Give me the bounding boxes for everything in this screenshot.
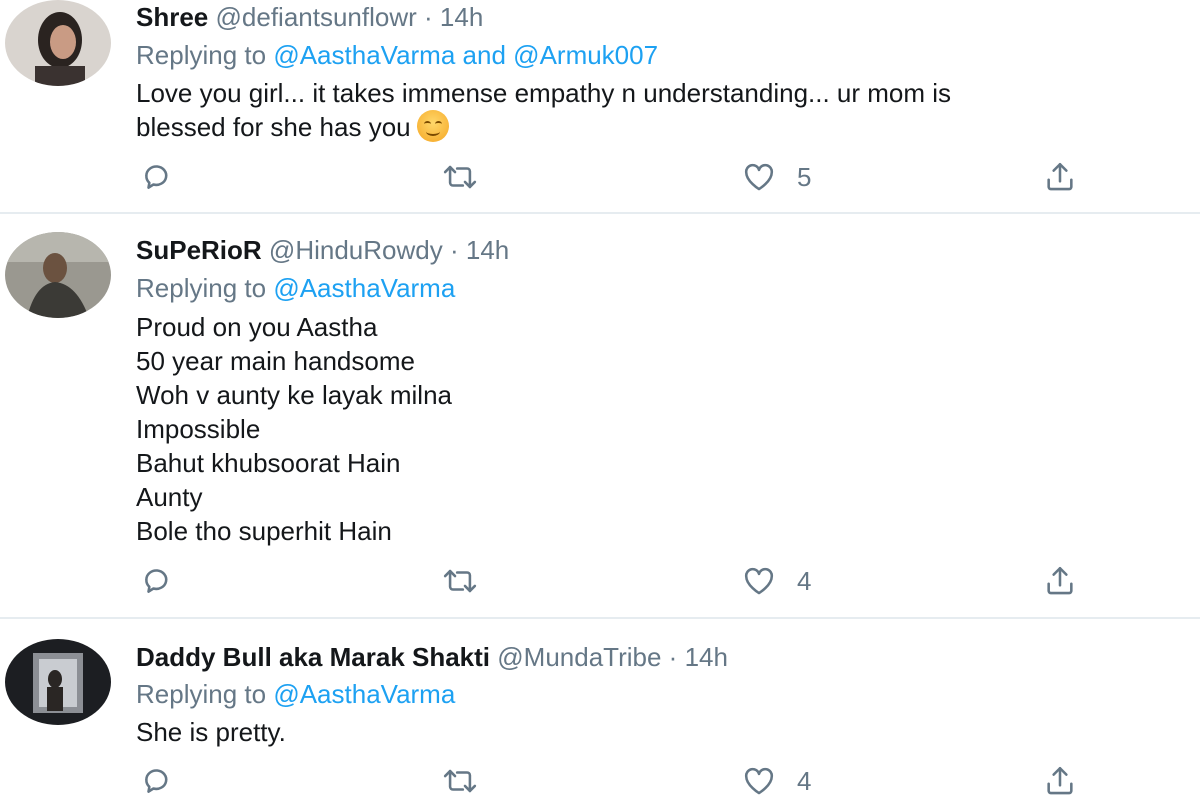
retweet-icon (443, 165, 477, 189)
timestamp[interactable]: 14h (440, 2, 483, 32)
separator-dot: · (668, 642, 678, 672)
tweet-text-block: Love you girl... it takes immense empath… (136, 76, 1186, 144)
avatar[interactable] (5, 232, 111, 318)
tweet-text: Proud on you Aastha 50 year main handsom… (136, 312, 452, 546)
replying-to: Replying to @AasthaVarma (136, 679, 455, 709)
share-button[interactable] (1042, 564, 1078, 598)
tweet-text: She is pretty. (136, 717, 286, 747)
retweet-button[interactable] (440, 564, 480, 598)
retweet-button[interactable] (440, 160, 480, 194)
share-icon (1047, 162, 1073, 191)
replying-to-label: Replying to (136, 40, 267, 70)
timestamp[interactable]: 14h (466, 235, 509, 265)
replying-to: Replying to @AasthaVarma and @Armuk007 (136, 40, 658, 70)
heart-icon (744, 163, 774, 191)
reply-icon (145, 165, 168, 189)
separator-dot: · (449, 235, 459, 265)
reply-button[interactable] (140, 764, 174, 798)
heart-icon (744, 567, 774, 595)
user-handle[interactable]: @MundaTribe (497, 642, 661, 672)
like-count: 5 (797, 161, 812, 192)
reply-button[interactable] (140, 160, 174, 194)
avatar[interactable] (5, 0, 111, 86)
user-handle[interactable]: @HinduRowdy (269, 235, 443, 265)
share-button[interactable] (1042, 764, 1078, 798)
smiling-face-emoji-icon (416, 110, 449, 142)
tweet-text: Love you girl... it takes immense empath… (136, 78, 952, 142)
separator-dot: · (424, 2, 433, 32)
share-icon (1047, 566, 1073, 595)
replying-to: Replying to @AasthaVarma (136, 273, 455, 303)
share-button[interactable] (1042, 160, 1078, 194)
replying-to-and: and (462, 40, 506, 70)
reply-icon (145, 769, 168, 793)
reply-icon (145, 569, 168, 593)
retweet-button[interactable] (440, 764, 480, 798)
like-button[interactable]: 5 (741, 160, 811, 194)
share-icon (1047, 766, 1073, 795)
mention-link[interactable]: @AasthaVarma (273, 40, 455, 70)
tweet[interactable]: SuPeRioR @HinduRowdy · 14h Replying to @… (0, 214, 1200, 618)
like-button[interactable]: 4 (741, 764, 811, 798)
replying-to-label: Replying to (136, 273, 267, 303)
like-button[interactable]: 4 (741, 564, 811, 598)
mention-link[interactable]: @Armuk007 (513, 40, 658, 70)
user-handle[interactable]: @defiantsunflowr (216, 2, 417, 32)
like-count: 4 (797, 565, 812, 596)
reply-button[interactable] (140, 564, 174, 598)
mention-link[interactable]: @AasthaVarma (273, 273, 455, 303)
avatar[interactable] (5, 639, 111, 725)
timestamp[interactable]: 14h (685, 642, 728, 672)
retweet-icon (443, 569, 477, 593)
tweet[interactable]: Shree @defiantsunflowr · 14h Replying to… (0, 0, 1200, 213)
display-name[interactable]: Shree (136, 2, 208, 32)
display-name[interactable]: SuPeRioR (136, 235, 262, 265)
like-count: 4 (797, 765, 812, 796)
mention-link[interactable]: @AasthaVarma (273, 679, 455, 709)
heart-icon (744, 767, 774, 795)
display-name[interactable]: Daddy Bull aka Marak Shakti (136, 642, 490, 672)
tweet[interactable]: Daddy Bull aka Marak Shakti @MundaTribe … (0, 619, 1200, 810)
retweet-icon (443, 769, 477, 793)
replying-to-label: Replying to (136, 679, 267, 709)
